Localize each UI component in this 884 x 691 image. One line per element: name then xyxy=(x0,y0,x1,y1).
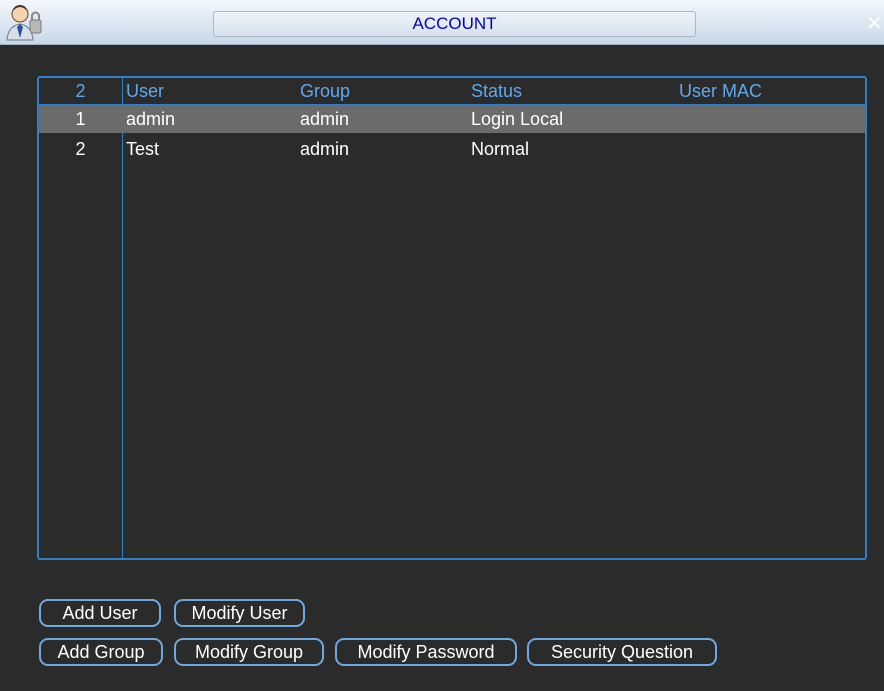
modify-password-button[interactable]: Modify Password xyxy=(335,638,517,666)
title-bar: ACCOUNT ✕ xyxy=(0,0,884,45)
row-group: admin xyxy=(300,109,350,129)
modify-group-button[interactable]: Modify Group xyxy=(174,638,324,666)
account-table: 2 User Group Status User MAC 1 admin adm… xyxy=(37,76,867,560)
table-row[interactable]: 2 Test admin Normal xyxy=(39,135,865,163)
row-group: admin xyxy=(300,139,350,159)
security-question-button[interactable]: Security Question xyxy=(527,638,717,666)
add-user-button[interactable]: Add User xyxy=(39,599,161,627)
row-user: admin xyxy=(126,109,176,129)
table-row[interactable]: 1 admin admin Login Local xyxy=(39,105,865,133)
modify-user-button[interactable]: Modify User xyxy=(174,599,305,627)
row-index: 1 xyxy=(75,109,86,129)
header-user-mac: User MAC xyxy=(679,81,763,101)
user-lock-icon xyxy=(4,2,44,42)
header-status: Status xyxy=(471,81,523,101)
table-header: 2 User Group Status User MAC xyxy=(39,78,865,105)
add-group-button[interactable]: Add Group xyxy=(39,638,163,666)
row-user: Test xyxy=(126,139,160,159)
header-group: Group xyxy=(300,81,351,101)
row-status: Login Local xyxy=(471,109,564,129)
row-index: 2 xyxy=(75,139,86,159)
header-user: User xyxy=(126,81,165,101)
window-title: ACCOUNT xyxy=(213,11,696,37)
header-count: 2 xyxy=(75,81,86,101)
close-icon[interactable]: ✕ xyxy=(866,12,884,36)
row-status: Normal xyxy=(471,139,530,159)
